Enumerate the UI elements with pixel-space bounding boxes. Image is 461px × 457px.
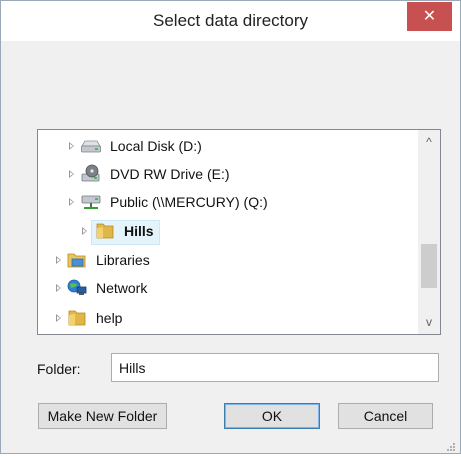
- tree-item-label: Libraries: [96, 252, 150, 268]
- expand-arrow-icon[interactable]: [56, 314, 61, 322]
- tree-item-label: Network: [96, 280, 148, 296]
- chevron-down-icon: v: [426, 315, 432, 329]
- expand-arrow-icon[interactable]: [82, 227, 87, 235]
- vertical-scrollbar[interactable]: ^ v: [418, 130, 440, 334]
- tree-item-dvd-rw-drive-e[interactable]: DVD RW Drive (E:): [38, 162, 418, 186]
- folder-tree[interactable]: Local Disk (D:) DVD RW Drive (E:) Public…: [37, 129, 441, 335]
- folder-label: Folder:: [37, 361, 81, 377]
- resize-grip-icon[interactable]: [446, 439, 456, 451]
- make-new-folder-button[interactable]: Make New Folder: [38, 403, 167, 429]
- cancel-button[interactable]: Cancel: [338, 403, 433, 429]
- folder-icon: [94, 222, 116, 247]
- tree-item-local-disk-d[interactable]: Local Disk (D:): [38, 134, 418, 158]
- tree-item-label: DVD RW Drive (E:): [110, 166, 230, 182]
- folder-icon: [66, 309, 88, 334]
- dialog-title: Select data directory: [153, 11, 308, 30]
- tree-item-label: Local Disk (D:): [110, 138, 202, 154]
- hard-drive-icon: [80, 137, 102, 162]
- scroll-up-button[interactable]: ^: [418, 132, 440, 152]
- close-icon: ✕: [422, 8, 437, 25]
- close-button[interactable]: ✕: [407, 2, 452, 31]
- tree-item-help[interactable]: help: [38, 306, 418, 330]
- expand-arrow-icon[interactable]: [69, 170, 74, 178]
- ok-button[interactable]: OK: [224, 403, 320, 429]
- libraries-icon: [66, 251, 88, 276]
- tree-item-label: Hills: [124, 223, 154, 239]
- tree-item-public-mercury-q[interactable]: Public (\\MERCURY) (Q:): [38, 190, 418, 214]
- tree-item-libraries[interactable]: Libraries: [38, 248, 418, 272]
- tree-item-network[interactable]: Network: [38, 276, 418, 300]
- scroll-down-button[interactable]: v: [418, 312, 440, 332]
- tree-item-label: help: [96, 310, 123, 326]
- network-icon: [66, 279, 88, 304]
- dvd-drive-icon: [80, 164, 102, 191]
- chevron-up-icon: ^: [426, 135, 432, 149]
- expand-arrow-icon[interactable]: [69, 142, 74, 150]
- expand-arrow-icon[interactable]: [69, 198, 74, 206]
- network-drive-icon: [80, 193, 102, 218]
- tree-item-hills[interactable]: Hills: [38, 219, 418, 243]
- select-directory-dialog: Select data directory ✕ Local Disk (D:): [0, 0, 461, 454]
- expand-arrow-icon[interactable]: [56, 284, 61, 292]
- scroll-thumb[interactable]: [421, 244, 437, 288]
- expand-arrow-icon[interactable]: [56, 256, 61, 264]
- tree-item-label: Public (\\MERCURY) (Q:): [110, 194, 268, 210]
- title-bar[interactable]: Select data directory ✕: [1, 1, 460, 41]
- folder-input[interactable]: [111, 353, 439, 382]
